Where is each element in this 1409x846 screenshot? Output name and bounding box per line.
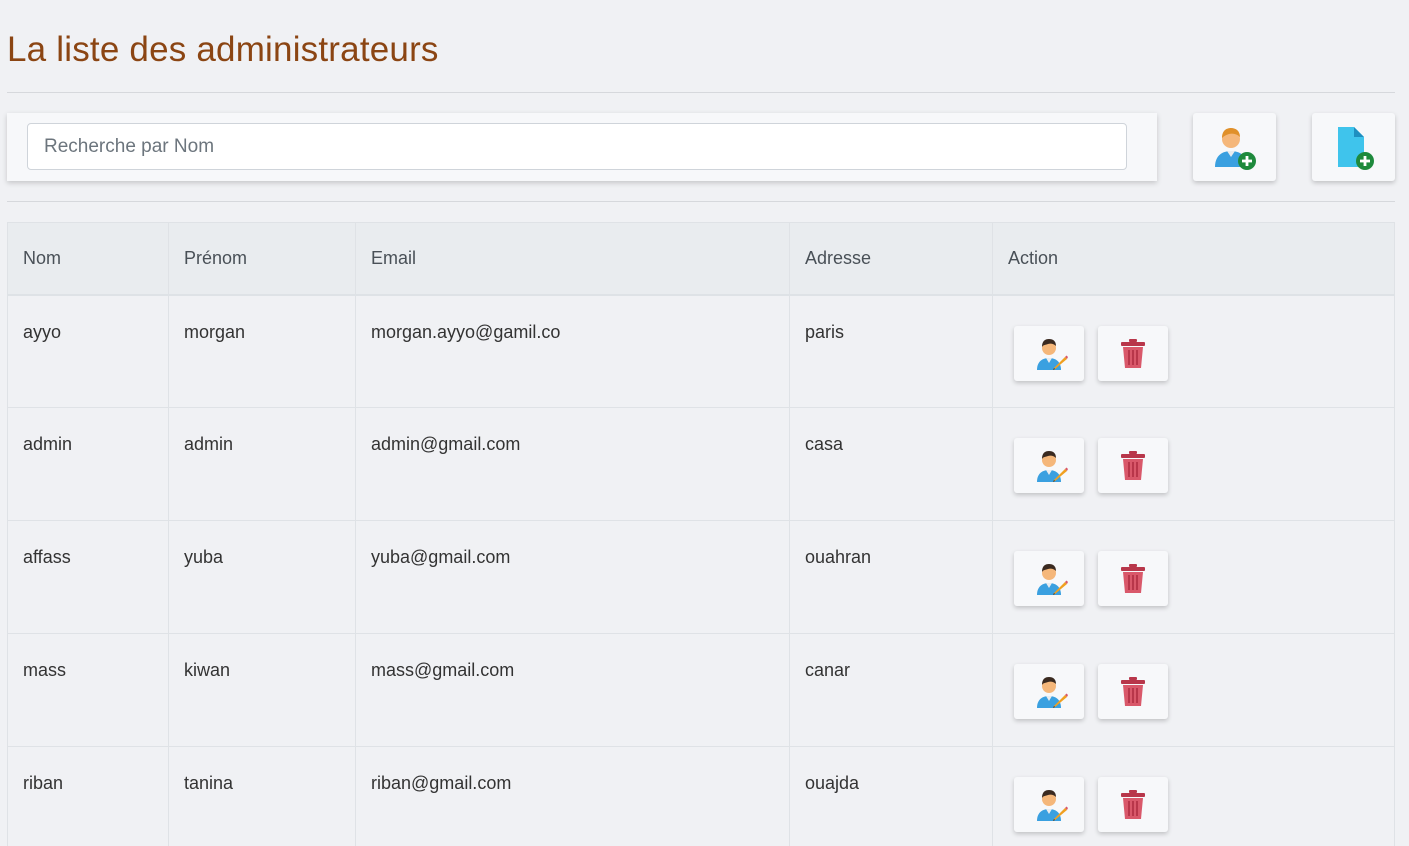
user-add-icon [1215,128,1256,170]
cell-nom: affass [7,520,169,634]
user-edit-icon [1037,677,1068,708]
toolbar-divider [7,201,1395,202]
cell-action [992,294,1395,408]
delete-admin-button[interactable] [1098,664,1169,719]
edit-admin-button[interactable] [1014,438,1084,493]
trash-icon [1121,451,1146,480]
edit-admin-button[interactable] [1014,325,1084,381]
search-input[interactable] [27,123,1127,170]
add-file-button[interactable] [1312,113,1395,181]
header-email: Email [355,222,790,296]
header-action: Action [992,222,1395,296]
delete-admin-button[interactable] [1098,777,1169,832]
cell-prenom: yuba [168,520,356,634]
header-prenom: Prénom [168,222,356,296]
edit-admin-button[interactable] [1014,551,1084,606]
table-row: mass kiwan mass@gmail.com canar [7,633,1395,747]
cell-prenom: tanina [168,746,356,846]
trash-icon [1121,338,1146,368]
file-add-icon [1338,127,1374,170]
header-adresse: Adresse [789,222,993,296]
cell-action [992,633,1395,747]
user-edit-icon [1037,338,1068,370]
edit-admin-button[interactable] [1014,664,1084,719]
cell-email: admin@gmail.com [355,407,790,521]
table-row: admin admin admin@gmail.com casa [7,407,1395,521]
cell-adresse: paris [789,294,993,408]
delete-admin-button[interactable] [1098,438,1169,493]
cell-prenom: kiwan [168,633,356,747]
cell-action [992,746,1395,846]
cell-action [992,407,1395,521]
header-nom: Nom [7,222,169,296]
cell-adresse: casa [789,407,993,521]
cell-nom: riban [7,746,169,846]
cell-email: mass@gmail.com [355,633,790,747]
cell-prenom: admin [168,407,356,521]
cell-email: riban@gmail.com [355,746,790,846]
table-row: riban tanina riban@gmail.com ouajda [7,746,1395,846]
delete-admin-button[interactable] [1098,325,1169,381]
cell-email: yuba@gmail.com [355,520,790,634]
admins-table: Nom Prénom Email Adresse Action ayyo mor… [7,222,1395,846]
delete-admin-button[interactable] [1098,551,1169,606]
trash-icon [1121,677,1146,706]
add-admin-button[interactable] [1193,113,1276,181]
table-header-row: Nom Prénom Email Adresse Action [7,222,1395,296]
table-row: affass yuba yuba@gmail.com ouahran [7,520,1395,634]
edit-admin-button[interactable] [1014,777,1084,832]
page-title: La liste des administrateurs [7,30,439,69]
title-divider [7,92,1395,93]
cell-email: morgan.ayyo@gamil.co [355,294,790,408]
trash-icon [1121,790,1146,819]
cell-prenom: morgan [168,294,356,408]
cell-adresse: ouajda [789,746,993,846]
trash-icon [1121,564,1146,593]
cell-action [992,520,1395,634]
cell-adresse: ouahran [789,520,993,634]
user-edit-icon [1037,790,1068,821]
search-card [7,113,1157,181]
user-edit-icon [1037,451,1068,482]
table-row: ayyo morgan morgan.ayyo@gamil.co paris [7,294,1395,408]
cell-nom: admin [7,407,169,521]
cell-nom: mass [7,633,169,747]
admin-list-page: La liste des administrateurs Recherche p… [0,0,1409,846]
cell-adresse: canar [789,633,993,747]
user-edit-icon [1037,564,1068,595]
cell-nom: ayyo [7,294,169,408]
